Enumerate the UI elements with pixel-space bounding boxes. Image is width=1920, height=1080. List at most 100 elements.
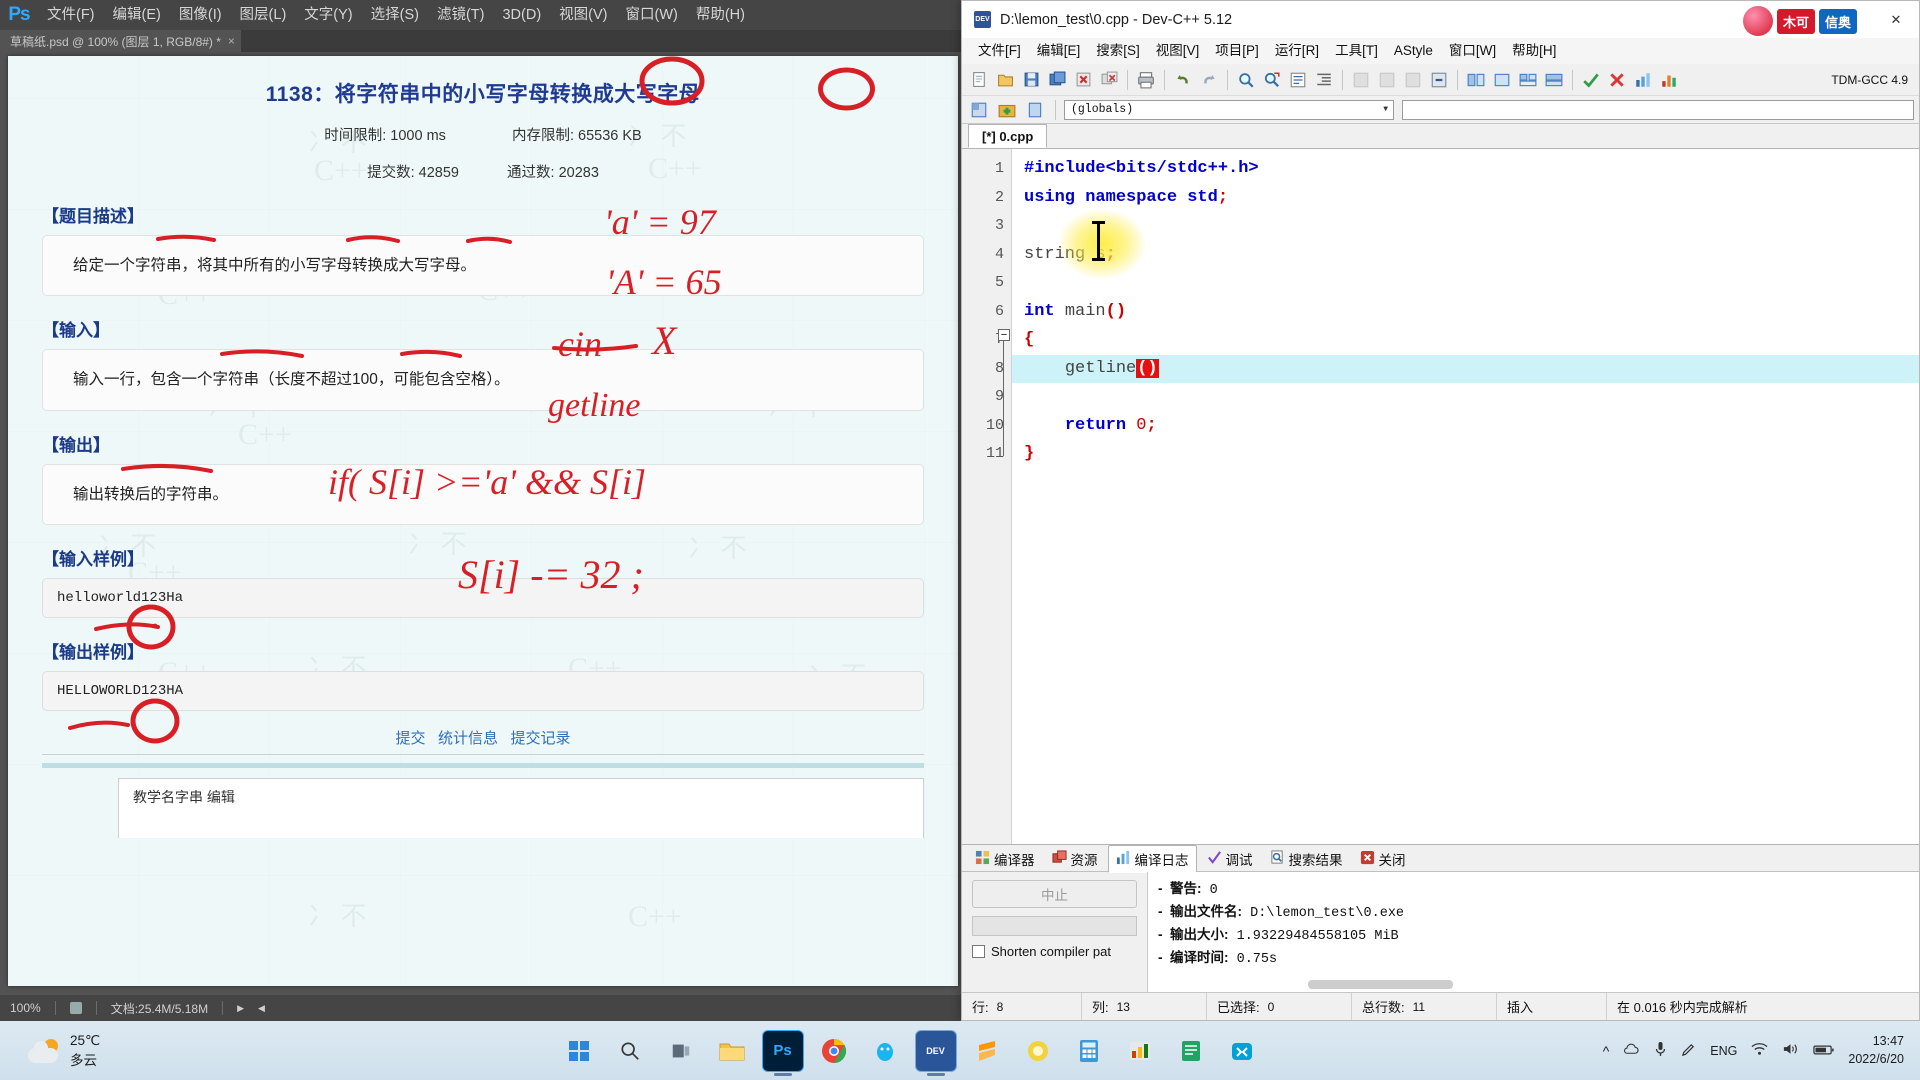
close-all-icon[interactable] <box>1097 68 1121 92</box>
ps-menu-type[interactable]: 文字(Y) <box>295 0 361 30</box>
volume-icon[interactable] <box>1782 1042 1799 1059</box>
left-arrow-icon[interactable]: ◀ <box>258 1003 265 1014</box>
dev-menu-astyle[interactable]: AStyle <box>1386 38 1441 64</box>
ps-menu-view[interactable]: 视图(V) <box>550 0 616 30</box>
pen-icon[interactable] <box>1681 1042 1696 1060</box>
tab-search-results[interactable]: 搜索结果 <box>1263 846 1350 872</box>
start-button[interactable] <box>558 1030 600 1072</box>
ps-menu-layer[interactable]: 图层(L) <box>231 0 296 30</box>
submit-link[interactable]: 提交 <box>395 730 425 747</box>
rebuild-icon[interactable] <box>1427 68 1451 92</box>
ps-menu-3d[interactable]: 3D(D) <box>493 0 550 30</box>
goto-line-icon[interactable] <box>1286 68 1310 92</box>
dev-menu-view[interactable]: 视图[V] <box>1148 38 1208 64</box>
find-icon[interactable] <box>1234 68 1258 92</box>
notes-icon[interactable] <box>1170 1030 1212 1072</box>
undo-icon[interactable] <box>1171 68 1195 92</box>
dev-menu-file[interactable]: 文件[F] <box>970 38 1029 64</box>
dev-menu-edit[interactable]: 编辑[E] <box>1029 38 1089 64</box>
window-tile-icon-3[interactable] <box>1516 68 1540 92</box>
yellow-app-icon[interactable] <box>1017 1030 1059 1072</box>
close-icon[interactable]: × <box>228 34 235 48</box>
add-item-icon[interactable] <box>995 98 1019 122</box>
window-tile-icon-2[interactable] <box>1490 68 1514 92</box>
save-icon[interactable] <box>1019 68 1043 92</box>
show-hidden-icons-chevron-icon[interactable]: ^ <box>1603 1043 1610 1059</box>
cloud-sync-icon[interactable] <box>1623 1042 1640 1059</box>
ps-menu-select[interactable]: 选择(S) <box>362 0 428 30</box>
horizontal-scrollbar[interactable] <box>1308 980 1453 989</box>
dev-menu-help[interactable]: 帮助[H] <box>1504 38 1564 64</box>
file-explorer-icon[interactable] <box>711 1030 753 1072</box>
syntax-check-icon[interactable] <box>1579 68 1603 92</box>
statistics-link[interactable]: 统计信息 <box>438 730 498 747</box>
tab-compile-log[interactable]: 编译日志 <box>1107 845 1197 873</box>
sublime-icon[interactable] <box>966 1030 1008 1072</box>
ps-menu-help[interactable]: 帮助(H) <box>687 0 754 30</box>
window-tile-icon-4[interactable] <box>1542 68 1566 92</box>
ps-menu-file[interactable]: 文件(F) <box>38 0 104 30</box>
battery-icon[interactable] <box>1813 1043 1835 1059</box>
dev-menu-search[interactable]: 搜索[S] <box>1088 38 1148 64</box>
task-view-icon[interactable] <box>660 1030 702 1072</box>
tab-compiler[interactable]: 编译器 <box>968 846 1042 872</box>
dev-menu-project[interactable]: 项目[P] <box>1207 38 1267 64</box>
qq-icon[interactable] <box>864 1030 906 1072</box>
play-icon[interactable]: ▶ <box>237 1003 244 1014</box>
code-editor[interactable]: 1 2 3 4 5 6 7 8 9 10 11 − #include<bits/… <box>962 149 1919 844</box>
compile-run-icon[interactable] <box>1401 68 1425 92</box>
chrome-icon[interactable] <box>813 1030 855 1072</box>
save-all-icon[interactable] <box>1045 68 1069 92</box>
compile-log-output[interactable]: - 警告: 0 - 输出文件名: D:\lemon_test\0.exe - 输… <box>1147 872 1919 992</box>
ps-menu-image[interactable]: 图像(I) <box>170 0 231 30</box>
editor-tab-0cpp[interactable]: [*] 0.cpp <box>968 124 1048 148</box>
code-fold-toggle-icon[interactable]: − <box>998 329 1010 341</box>
new-file-icon[interactable] <box>967 68 991 92</box>
compile-icon[interactable] <box>1349 68 1373 92</box>
tab-close-panel[interactable]: 关闭 <box>1353 846 1413 872</box>
submit-record-link[interactable]: 提交记录 <box>511 730 571 747</box>
taskbar-clock[interactable]: 13:47 2022/6/20 <box>1848 1033 1904 1069</box>
globals-dropdown[interactable]: (globals) ▼ <box>1064 99 1394 120</box>
photoshop-document-tab[interactable]: 草稿纸.psd @ 100% (图层 1, RGB/8#) * × <box>0 30 241 52</box>
ps-menu-window[interactable]: 窗口(W) <box>617 0 687 30</box>
ps-zoom-level[interactable]: 100% <box>10 1001 41 1015</box>
shorten-compiler-path-row[interactable]: Shorten compiler pat <box>972 944 1137 959</box>
run-icon[interactable] <box>1375 68 1399 92</box>
open-file-icon[interactable] <box>993 68 1017 92</box>
photoshop-taskbar-icon[interactable]: Ps <box>761 1029 804 1072</box>
taskbar-weather-widget[interactable]: 25℃ 多云 <box>0 1031 330 1069</box>
ime-indicator[interactable]: ENG <box>1710 1044 1737 1058</box>
gprof-icon[interactable] <box>1657 68 1681 92</box>
dev-menu-window[interactable]: 窗口[W] <box>1441 38 1504 64</box>
compiler-selector-label[interactable]: TDM-GCC 4.9 <box>1831 73 1914 87</box>
chevron-down-icon[interactable]: ▼ <box>1383 105 1391 114</box>
calculator-icon[interactable] <box>1068 1030 1110 1072</box>
close-file-icon[interactable] <box>1071 68 1095 92</box>
ps-menu-filter[interactable]: 滤镜(T) <box>428 0 494 30</box>
code-text-area[interactable]: #include<bits/stdc++.h> using namespace … <box>1012 149 1919 844</box>
redo-icon[interactable] <box>1197 68 1221 92</box>
shorten-compiler-path-checkbox[interactable] <box>972 945 985 958</box>
dev-menu-tools[interactable]: 工具[T] <box>1327 38 1386 64</box>
stop-icon[interactable] <box>1605 68 1629 92</box>
bilibili-icon[interactable] <box>1221 1030 1263 1072</box>
tab-debug[interactable]: 调试 <box>1200 846 1260 872</box>
class-browser-icon[interactable] <box>967 98 991 122</box>
window-tile-icon-1[interactable] <box>1464 68 1488 92</box>
profile-icon[interactable] <box>1631 68 1655 92</box>
find-replace-icon[interactable] <box>1260 68 1284 92</box>
close-button[interactable]: ✕ <box>1873 1 1919 38</box>
ps-menu-edit[interactable]: 编辑(E) <box>104 0 170 30</box>
wifi-icon[interactable] <box>1751 1042 1768 1059</box>
print-icon[interactable] <box>1134 68 1158 92</box>
search-icon[interactable] <box>609 1030 651 1072</box>
devcpp-taskbar-icon[interactable]: DEV <box>914 1029 957 1072</box>
abort-button[interactable]: 中止 <box>972 880 1137 908</box>
microphone-icon[interactable] <box>1654 1041 1667 1060</box>
toggle-panel-icon[interactable] <box>1023 98 1047 122</box>
dev-menu-run[interactable]: 运行[R] <box>1267 38 1327 64</box>
office-icon[interactable] <box>1119 1030 1161 1072</box>
secondary-input[interactable] <box>1402 99 1914 120</box>
indent-icon[interactable] <box>1312 68 1336 92</box>
